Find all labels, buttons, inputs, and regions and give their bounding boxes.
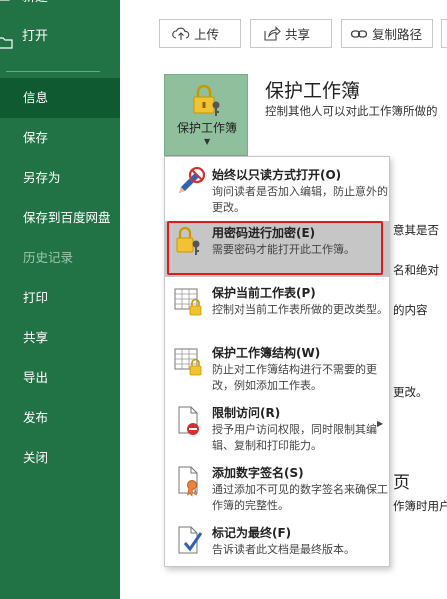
background-text: 意其是否 <box>393 223 439 237</box>
upload-button[interactable]: 上传 <box>159 19 241 48</box>
background-text: 作簿时用户 <box>393 499 447 513</box>
sidebar-item-close[interactable]: 关闭 <box>0 438 120 478</box>
sheet-lock-icon <box>174 288 202 316</box>
menu-item-description: 防止对工作簿结构进行不需要的更改，例如添加工作表。 <box>212 363 377 392</box>
protect-workbook-menu: 始终以只读方式打开(O) 询问读者是否加入编辑，防止意外的更改。 用密码进行加密… <box>164 156 390 567</box>
sidebar-item-label: 关闭 <box>23 450 49 465</box>
link-icon <box>350 26 368 42</box>
sidebar-item-save-to-baidu[interactable]: 保存到百度网盘 <box>0 198 120 238</box>
section-title: 保护工作簿 <box>265 80 361 102</box>
menu-item-title: 添加数字签名(S) <box>212 466 304 480</box>
menu-item-description: 控制对当前工作表所做的更改类型。 <box>212 303 388 316</box>
menu-item-description: 通过添加不可见的数字签名来确保工作簿的完整性。 <box>212 483 388 512</box>
sidebar-item-label: 打开 <box>22 28 49 44</box>
menu-item-mark-as-final[interactable]: 标记为最终(F) 告诉读者此文档是最终版本。 <box>165 521 389 565</box>
sidebar-item-save-as[interactable]: 另存为 <box>0 158 120 198</box>
sidebar-item-label: 打印 <box>23 290 49 305</box>
sidebar-divider <box>6 71 100 72</box>
menu-item-add-digital-signature[interactable]: 添加数字签名(S) 通过添加不可见的数字签名来确保工作簿的完整性。 <box>165 461 389 519</box>
sidebar-item-label: 保存到百度网盘 <box>23 210 111 225</box>
cloud-upload-icon <box>172 26 190 42</box>
background-text: 更改。 <box>393 385 428 399</box>
share-icon <box>263 25 281 42</box>
sidebar-item-save[interactable]: 保存 <box>0 118 120 158</box>
digital-signature-icon <box>178 466 198 497</box>
pencil-no-edit-icon <box>179 167 205 193</box>
sidebar-item-label: 另存为 <box>23 170 61 185</box>
sidebar-item-share[interactable]: 共享 <box>0 318 120 358</box>
menu-item-description: 询问读者是否加入编辑，防止意外的更改。 <box>212 185 388 214</box>
folder-open-icon <box>0 36 14 50</box>
menu-item-restrict-access[interactable]: 限制访问(R) 授予用户访问权限，同时限制其编辑、复制和打印能力。 ▶ <box>165 401 389 459</box>
mark-final-icon <box>178 526 203 554</box>
workbook-lock-icon <box>174 348 202 376</box>
chevron-right-icon: ▶ <box>377 419 384 428</box>
lock-key-icon <box>193 84 220 116</box>
sidebar-item-export[interactable]: 导出 <box>0 358 120 398</box>
menu-item-title: 保护工作簿结构(W) <box>212 346 321 360</box>
sidebar-item-label: 新建 <box>22 0 48 5</box>
protect-workbook-button[interactable]: 保护工作簿 ▼ <box>164 74 248 156</box>
share-button[interactable]: 共享 <box>250 19 332 48</box>
background-text: 名和绝对 <box>393 263 439 277</box>
protect-workbook-label: 保护工作簿 <box>176 121 237 135</box>
menu-item-title: 始终以只读方式打开(O) <box>212 168 342 182</box>
menu-item-description: 告诉读者此文档是最终版本。 <box>212 543 355 556</box>
sidebar-item-label: 导出 <box>23 370 49 385</box>
menu-item-title: 标记为最终(F) <box>212 526 292 540</box>
highlight-annotation-box <box>167 221 383 275</box>
sidebar-item-info[interactable]: 信息 <box>0 78 120 118</box>
section-description: 控制其他人可以对此工作簿所做的 <box>265 104 438 118</box>
menu-item-description: 授予用户访问权限，同时限制其编辑、复制和打印能力。 <box>212 423 377 452</box>
new-doc-icon <box>0 0 14 2</box>
sidebar-item-label: 发布 <box>23 410 49 425</box>
background-text: 的内容 <box>393 303 428 317</box>
restrict-access-icon <box>178 406 199 435</box>
copy-path-label: 复制路径 <box>372 27 423 42</box>
sidebar-item-print[interactable]: 打印 <box>0 278 120 318</box>
copy-path-button[interactable]: 复制路径 <box>341 19 433 48</box>
more-toolbar-button[interactable] <box>441 19 447 48</box>
chevron-down-icon: ▼ <box>204 137 211 146</box>
sidebar-item-label: 共享 <box>23 330 49 345</box>
upload-label: 上传 <box>194 27 220 42</box>
menu-item-title: 保护当前工作表(P) <box>212 286 316 300</box>
sidebar-item-label: 信息 <box>23 90 49 105</box>
share-label: 共享 <box>285 27 311 42</box>
menu-item-title: 限制访问(R) <box>212 406 281 420</box>
menu-item-protect-current-sheet[interactable]: 保护当前工作表(P) 控制对当前工作表所做的更改类型。 <box>165 281 389 339</box>
sidebar-item-label: 保存 <box>23 130 49 145</box>
menu-item-protect-workbook-structure[interactable]: 保护工作簿结构(W) 防止对工作簿结构进行不需要的更改，例如添加工作表。 <box>165 341 389 399</box>
backstage-sidebar: 新建 打开 信息 保存 另存为 保存到百度网盘 历史记录 打印 共享 导出 发布… <box>0 0 120 599</box>
sidebar-item-history: 历史记录 <box>0 238 120 278</box>
menu-item-always-open-read-only[interactable]: 始终以只读方式打开(O) 询问读者是否加入编辑，防止意外的更改。 <box>165 163 389 221</box>
background-text: 页 <box>393 473 410 493</box>
sidebar-item-label: 历史记录 <box>23 250 74 265</box>
sidebar-item-publish[interactable]: 发布 <box>0 398 120 438</box>
